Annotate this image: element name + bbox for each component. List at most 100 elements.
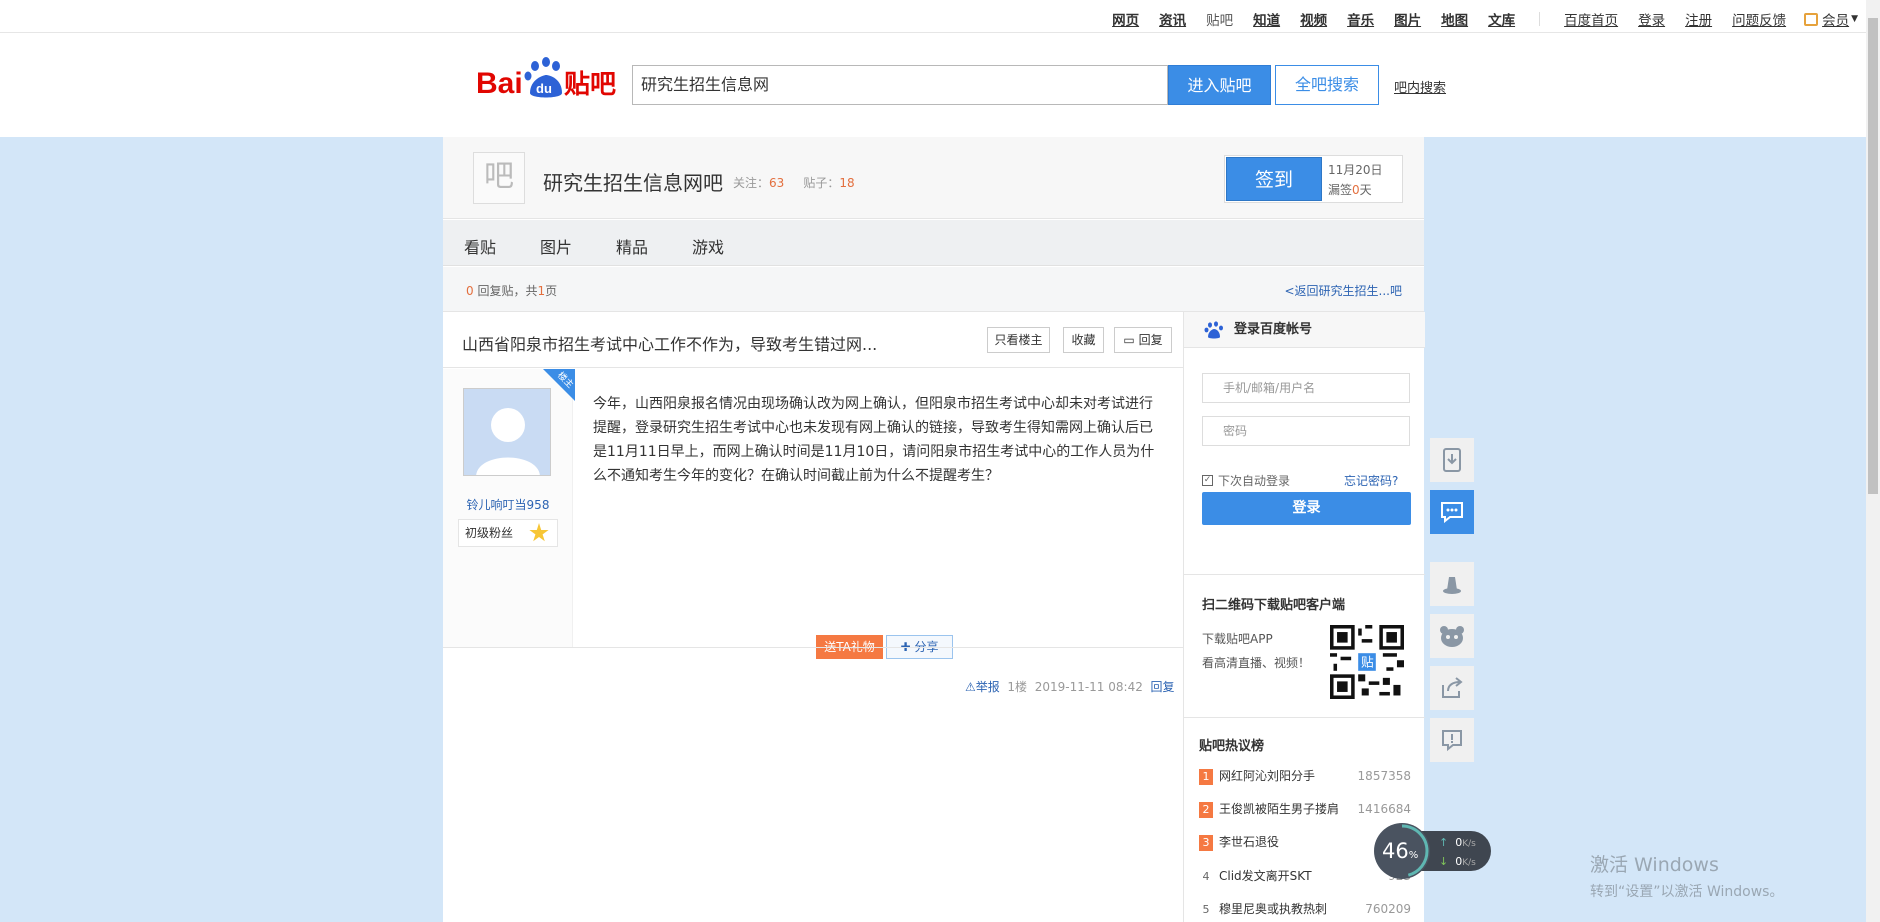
avatar[interactable] [463, 388, 551, 476]
remember-label: 下次自动登录 [1218, 474, 1291, 488]
hot-topic-item[interactable]: 1 网红阿沁刘阳分手 1857358 [1199, 767, 1411, 787]
baidu-tieba-logo[interactable]: Bai du 贴吧 [476, 55, 616, 105]
hot-name[interactable]: 李世石退役 [1219, 835, 1279, 849]
mascot-button[interactable] [1430, 614, 1474, 658]
nav-link-map[interactable]: 地图 [1431, 9, 1478, 29]
svg-text:贴: 贴 [1361, 655, 1374, 670]
hat-icon [1443, 577, 1461, 594]
search-input[interactable]: 研究生招生信息网 [632, 65, 1168, 105]
reply-link[interactable]: 回复 [1150, 680, 1174, 694]
remember-checkbox[interactable]: ✓ [1202, 475, 1213, 486]
sign-date: 11月20日 [1328, 163, 1383, 177]
top-nav: 网页 资讯 贴吧 知道 视频 音乐 图片 地图 文库 百度首页 登录 注册 问题… [0, 0, 1866, 33]
nav-link-register[interactable]: 注册 [1675, 9, 1722, 29]
vip-icon [1804, 12, 1819, 26]
nav-link-feedback[interactable]: 问题反馈 [1722, 9, 1796, 29]
nav-link-video[interactable]: 视频 [1290, 9, 1337, 29]
nav-link-zhidao[interactable]: 知道 [1243, 9, 1290, 29]
arrow-down-icon: ↓ [1439, 855, 1449, 868]
hot-count: 1857358 [1357, 769, 1411, 783]
post-meta: ⚠举报 1楼 2019-11-11 08:42 回复 [965, 678, 1175, 695]
hot-topic-item[interactable]: 2 王俊凯被陌生男子搂肩 1416684 [1199, 800, 1411, 820]
qr-line-1: 下载贴吧APP [1202, 632, 1273, 646]
login-button[interactable]: 登录 [1202, 492, 1411, 525]
forum-name[interactable]: 研究生招生信息网吧 [543, 167, 723, 196]
nav-link-wenku[interactable]: 文库 [1478, 9, 1525, 29]
windows-activation-watermark: 激活 Windows 转到“设置”以激活 Windows。 [1590, 850, 1783, 901]
vip-menu[interactable]: 会员 ▼ [1796, 9, 1866, 29]
speed-values: ↑ 0K/s ↓ 0K/s [1439, 836, 1476, 868]
follow-count: 63 [769, 176, 785, 190]
header: Bai du 贴吧 研究生招生信息网 进入贴吧 全吧搜索 吧内搜索 [0, 33, 1866, 137]
tab-images[interactable]: 图片 [540, 234, 572, 258]
author-name[interactable]: 铃儿响叮当958 [443, 496, 573, 513]
back-to-forum-link[interactable]: <返回研究生招生...吧 [1285, 282, 1403, 299]
scrollbar-thumb[interactable] [1868, 18, 1878, 494]
hot-name[interactable]: Clid发文离开SKT [1219, 869, 1312, 883]
watermark-line-1: 激活 Windows [1590, 854, 1719, 876]
hot-rank: 3 [1199, 835, 1213, 851]
forum-stats: 关注：63 贴子：18 [733, 174, 855, 191]
nav-link-image[interactable]: 图片 [1384, 9, 1431, 29]
share-page-button[interactable] [1430, 666, 1474, 710]
hot-rank: 2 [1199, 802, 1213, 818]
magic-hat-button[interactable] [1430, 562, 1474, 606]
op-badge: 楼主 [543, 369, 575, 401]
fan-level-label: 初级粉丝 [465, 526, 514, 540]
comment-icon: ▭ [1123, 333, 1135, 347]
forum-header: 吧 研究生招生信息网吧 关注：63 贴子：18 签到 11月20日 漏签0天 [443, 137, 1424, 219]
fan-level-badge[interactable]: 初级粉丝 [458, 519, 558, 547]
tab-featured[interactable]: 精品 [616, 234, 648, 258]
arrow-up-icon: ↑ [1439, 836, 1449, 849]
hot-name[interactable]: 网红阿沁刘阳分手 [1219, 769, 1315, 783]
username-field[interactable]: 手机/邮箱/用户名 [1202, 373, 1410, 403]
qr-code: 贴 [1330, 625, 1404, 699]
tab-games[interactable]: 游戏 [692, 234, 724, 258]
default-avatar-icon [464, 389, 550, 475]
reply-button-label: 回复 [1138, 333, 1163, 347]
report-link[interactable]: ⚠举报 [965, 680, 1000, 694]
search-in-bar-link[interactable]: 吧内搜索 [1394, 77, 1446, 96]
share-icon [1442, 677, 1463, 698]
sign-missed: 漏签0天 [1328, 183, 1372, 197]
message-button[interactable] [1430, 490, 1474, 534]
qr-line-2: 看高清直播、视频！ [1202, 656, 1311, 670]
report-page-button[interactable] [1430, 718, 1474, 762]
hot-rank: 1 [1199, 769, 1213, 785]
page-scrollbar[interactable] [1866, 0, 1880, 922]
phone-download-icon [1443, 448, 1461, 472]
hot-name[interactable]: 穆里尼奥或执教热刺 [1219, 902, 1327, 916]
nav-link-login[interactable]: 登录 [1628, 9, 1675, 29]
feedback-icon [1442, 730, 1462, 752]
chevron-down-icon: ▼ [1851, 14, 1858, 24]
nav-divider [1539, 12, 1541, 26]
qr-title: 扫二维码下载贴吧客户端 [1202, 598, 1346, 613]
post-title-bar: 山西省阳泉市招生考试中心工作不作为，导致考生错过网... 只看楼主 收藏 ▭ 回… [443, 312, 1183, 368]
collect-button[interactable]: 收藏 [1063, 327, 1104, 353]
nav-link-web[interactable]: 网页 [1102, 9, 1149, 29]
network-speed-widget[interactable]: 46% ↑ 0K/s ↓ 0K/s [1373, 822, 1491, 879]
forgot-password-link[interactable]: 忘记密码? [1344, 472, 1398, 489]
forum-avatar[interactable]: 吧 [473, 152, 525, 204]
main-container: 吧 研究生招生信息网吧 关注：63 贴子：18 签到 11月20日 漏签0天 看… [443, 137, 1425, 922]
nav-link-baidu-home[interactable]: 百度首页 [1554, 9, 1628, 29]
password-field[interactable]: 密码 [1202, 416, 1410, 446]
tab-posts[interactable]: 看贴 [464, 234, 496, 258]
sign-in-button[interactable]: 签到 [1226, 157, 1322, 201]
star-icon [529, 523, 549, 542]
reply-button[interactable]: ▭ 回复 [1114, 327, 1172, 353]
baidu-paw-icon [1204, 321, 1223, 339]
post-time: 2019-11-11 08:42 [1034, 680, 1143, 694]
nav-link-news[interactable]: 资讯 [1149, 9, 1196, 29]
download-app-button[interactable] [1430, 438, 1474, 482]
enter-tieba-button[interactable]: 进入贴吧 [1168, 65, 1271, 105]
only-op-button[interactable]: 只看楼主 [987, 327, 1050, 353]
nav-link-music[interactable]: 音乐 [1337, 9, 1384, 29]
search-all-button[interactable]: 全吧搜索 [1275, 65, 1379, 105]
remember-me[interactable]: ✓ 下次自动登录 [1202, 472, 1290, 489]
hot-name[interactable]: 王俊凯被陌生男子搂肩 [1219, 802, 1339, 816]
login-header: 登录百度帐号 [1184, 312, 1425, 348]
watermark-line-2: 转到“设置”以激活 Windows。 [1590, 884, 1784, 900]
hot-topic-item[interactable]: 5 穆里尼奥或执教热刺 760209 [1199, 900, 1412, 920]
warning-icon: ⚠ [965, 680, 976, 694]
